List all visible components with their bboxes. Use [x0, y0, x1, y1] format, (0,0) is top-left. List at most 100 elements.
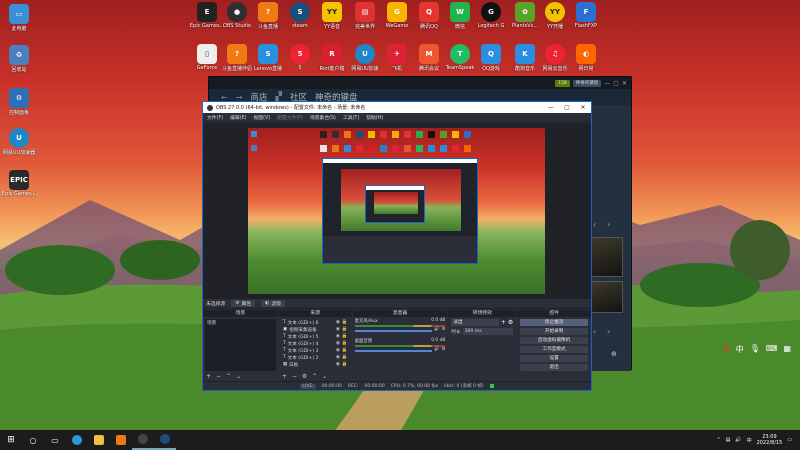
- lock-icon[interactable]: 🔒: [342, 327, 348, 332]
- desktop-icon-plants[interactable]: ✿ PlantsVs...: [508, 2, 542, 29]
- menu-tools[interactable]: 工具(T): [343, 114, 359, 121]
- start-recording-button[interactable]: 开始录制: [520, 328, 589, 335]
- desktop-icon-wechat[interactable]: W 微信: [443, 2, 477, 30]
- menu-profile[interactable]: 配置文件(P): [277, 114, 303, 121]
- desktop-icon-steam[interactable]: Ssteam: [283, 2, 317, 29]
- desktop-icon-plane[interactable]: ✈ 飞机: [380, 44, 414, 72]
- lock-icon[interactable]: 🔒: [342, 362, 348, 367]
- volume-icon[interactable]: 🔊: [735, 437, 741, 443]
- speaker-icon[interactable]: 🔊: [434, 347, 439, 352]
- chevron-down-icon[interactable]: ⌄: [322, 373, 327, 380]
- minimize-icon[interactable]: —: [543, 104, 559, 111]
- desktop-icon-perfect[interactable]: ▤ 完美世界: [348, 2, 382, 30]
- lock-icon[interactable]: 🔒: [342, 355, 348, 360]
- desktop-icon-riot[interactable]: R Riot客户端: [315, 44, 349, 72]
- add-icon[interactable]: +: [282, 373, 287, 380]
- start-button[interactable]: ⊞: [0, 430, 22, 450]
- notification-icon[interactable]: ▭: [787, 437, 792, 443]
- eye-icon[interactable]: ◉: [336, 362, 340, 367]
- search-button[interactable]: ○: [22, 430, 44, 450]
- properties-button[interactable]: ⚙ 属性: [231, 300, 256, 307]
- studio-mode-button[interactable]: 工作室模式: [520, 346, 589, 353]
- ime-mode-icon[interactable]: 中: [736, 344, 744, 355]
- desktop-icon-kugou[interactable]: K 酷狗音乐: [508, 44, 542, 72]
- lock-icon[interactable]: 🔒: [342, 341, 348, 346]
- source-item[interactable]: ▦ 白板 ◉ 🔒: [281, 361, 350, 368]
- minimize-icon[interactable]: —: [604, 80, 610, 87]
- chevron-up-icon[interactable]: ⌃: [312, 373, 317, 380]
- desktop-icon-qq-game[interactable]: Q QQ游戏: [474, 44, 508, 72]
- ime-indicator-icon[interactable]: 中: [747, 437, 752, 444]
- settings-button[interactable]: 设置: [520, 355, 589, 362]
- close-icon[interactable]: ✕: [575, 104, 591, 111]
- gear-icon[interactable]: ⚙: [441, 347, 445, 352]
- desktop-icon-douyu[interactable]: ? 斗鱼直播: [251, 2, 285, 30]
- chevron-left-icon[interactable]: ‹: [593, 220, 596, 229]
- source-item[interactable]: T 文本 (GDI+) 4 ◉ 🔒: [281, 340, 350, 347]
- game-thumbnail[interactable]: [591, 281, 623, 313]
- desktop-icon-netease-music[interactable]: ♫ 网易云音乐: [538, 44, 572, 72]
- eye-icon[interactable]: ◉: [336, 348, 340, 353]
- eye-icon[interactable]: ◉: [336, 341, 340, 346]
- desktop-icon-teamspeak[interactable]: T TeamSpeak: [443, 44, 477, 71]
- lock-icon[interactable]: 🔒: [342, 334, 348, 339]
- start-virtual-camera-button[interactable]: 启动虚拟摄像机: [520, 337, 589, 344]
- add-friend-icon[interactable]: ⊕: [611, 350, 617, 358]
- scene-item[interactable]: 场景: [205, 319, 276, 326]
- source-item[interactable]: T 文本 (GDI+) 5 ◉ 🔒: [281, 333, 350, 340]
- menu-edit[interactable]: 编辑(E): [230, 114, 246, 121]
- lock-icon[interactable]: 🔒: [342, 348, 348, 353]
- maximize-icon[interactable]: ▢: [559, 104, 575, 111]
- chevron-up-icon[interactable]: ⌃: [226, 373, 231, 380]
- desktop-icon-epic-top[interactable]: E Epic Games...: [190, 2, 224, 29]
- menu-help[interactable]: 帮助(H): [366, 114, 383, 121]
- steam-notification-badge[interactable]: 158: [555, 79, 570, 87]
- taskbar-steam[interactable]: [154, 430, 176, 450]
- gear-icon[interactable]: ⚙: [508, 319, 513, 326]
- desktop-icon-epic[interactable]: EPIC Epic Games Launcher: [2, 170, 36, 197]
- source-item[interactable]: T 文本 (GDI+) 2 ◉ 🔒: [281, 354, 350, 361]
- network-icon[interactable]: ▤: [726, 437, 731, 443]
- desktop-icon-daily[interactable]: ◐ 网日常: [569, 44, 603, 72]
- desktop-icon-tencent-meeting[interactable]: M 腾讯会议: [412, 44, 446, 72]
- exit-button[interactable]: 退出: [520, 364, 589, 371]
- volume-slider[interactable]: [354, 349, 432, 352]
- obs-preview-area[interactable]: [203, 123, 591, 299]
- filters-button[interactable]: ◐ 滤镜: [261, 300, 285, 307]
- steam-user-menu[interactable]: 神奇的键盘: [572, 79, 602, 87]
- eye-icon[interactable]: ◉: [336, 327, 340, 332]
- maximize-icon[interactable]: ▢: [613, 80, 619, 87]
- desktop-icon-wegame[interactable]: G WeGame: [380, 2, 414, 29]
- menu-view[interactable]: 视图(V): [253, 114, 270, 121]
- desktop-icon-geforce[interactable]: ▯ GeForce: [190, 44, 224, 71]
- desktop-icon-qq[interactable]: Q 腾讯QQ: [412, 2, 446, 30]
- taskbar-explorer[interactable]: [88, 430, 110, 450]
- duration-input[interactable]: 300 ms: [462, 328, 514, 335]
- chevron-left-icon[interactable]: ‹: [593, 327, 596, 336]
- volume-slider[interactable]: [354, 329, 432, 332]
- gear-icon[interactable]: ⚙: [302, 373, 307, 380]
- gear-icon[interactable]: ⚙: [441, 327, 445, 332]
- microphone-icon[interactable]: 🎙: [750, 344, 760, 355]
- transition-select[interactable]: 淡出: [451, 319, 499, 326]
- sogou-ime-icon[interactable]: S: [724, 344, 730, 355]
- source-item[interactable]: T 文本 (GDI+) 6 ◉ 🔒: [281, 319, 350, 326]
- eye-icon[interactable]: ◉: [336, 334, 340, 339]
- desktop-icon-flashfxp[interactable]: F FlashFXP: [569, 2, 603, 29]
- desktop-icon-5[interactable]: 55: [283, 44, 317, 71]
- taskbar-clock[interactable]: 23:09 2022/8/15: [757, 434, 783, 446]
- keyboard-icon[interactable]: ⌨: [766, 344, 778, 355]
- menu-scene-collection[interactable]: 场景集合(S): [310, 114, 336, 121]
- desktop-icon-douyu-companion[interactable]: ? 斗鱼直播伴侣: [220, 44, 254, 72]
- eye-icon[interactable]: ◉: [336, 320, 340, 325]
- taskbar-obs[interactable]: [132, 430, 154, 450]
- menu-file[interactable]: 文件(F): [207, 114, 223, 121]
- desktop-icon-yy-live[interactable]: YY YY开播: [538, 2, 572, 30]
- close-icon[interactable]: ✕: [622, 80, 627, 87]
- remove-icon[interactable]: −: [292, 373, 297, 380]
- remove-icon[interactable]: −: [216, 373, 221, 380]
- taskbar-douyu[interactable]: [110, 430, 132, 450]
- taskbar-edge[interactable]: [66, 430, 88, 450]
- desktop-icon-computer[interactable]: ▭ 此电脑: [2, 4, 36, 32]
- desktop-icon-obs[interactable]: ● OBS Studio: [220, 2, 254, 29]
